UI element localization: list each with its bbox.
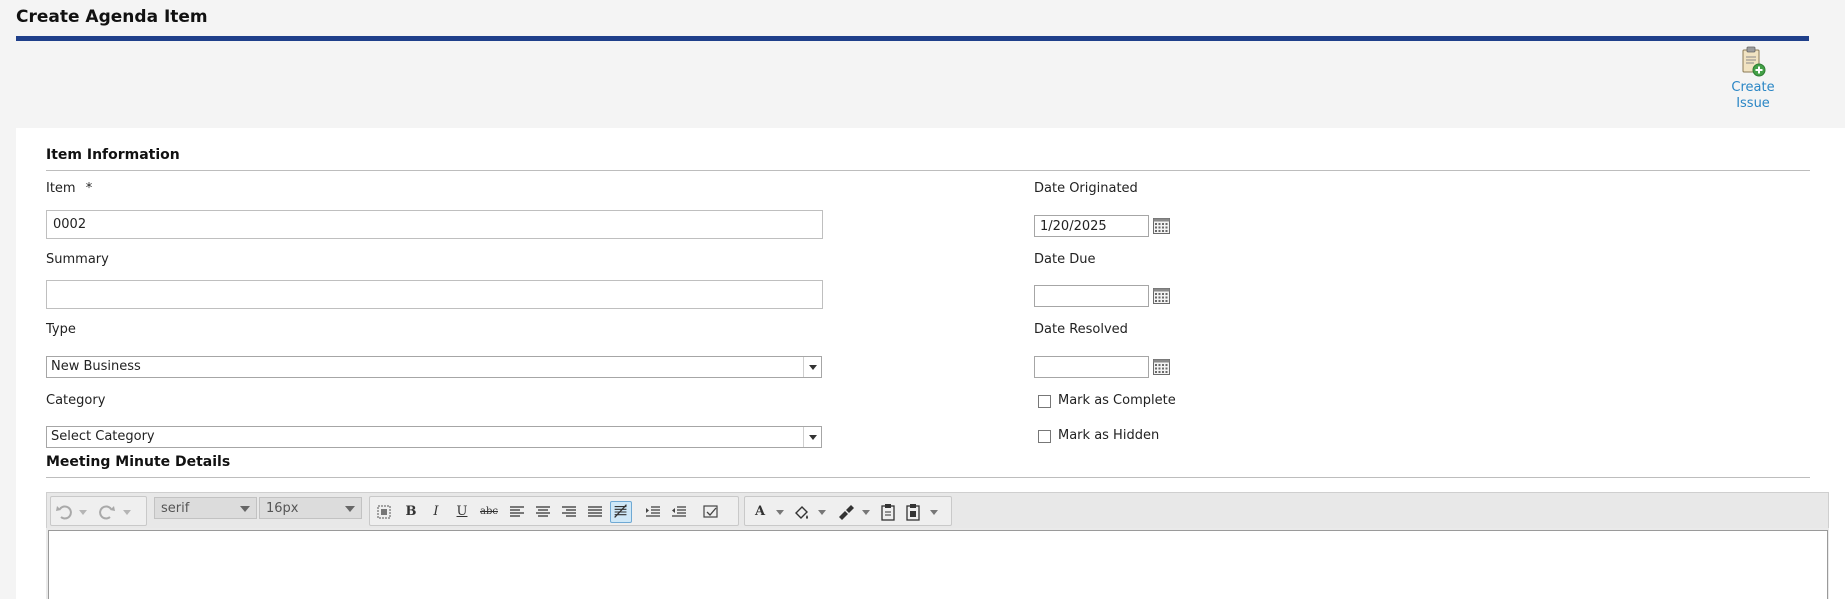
- item-label-text: Item: [46, 181, 76, 196]
- toolbar-group-color-paste: A: [744, 496, 952, 526]
- chevron-down-icon: [240, 506, 250, 512]
- undo-dropdown[interactable]: [78, 501, 88, 523]
- redo-dropdown[interactable]: [122, 501, 132, 523]
- section-rule: [46, 170, 1810, 171]
- chevron-down-icon: [803, 427, 821, 447]
- editor-toolbar: serif 16px B I U abc A: [46, 492, 1829, 530]
- bold-icon[interactable]: B: [400, 501, 422, 523]
- page-title: Create Agenda Item: [16, 7, 208, 27]
- type-select[interactable]: New Business: [46, 356, 822, 378]
- format-painter-icon[interactable]: [835, 501, 857, 523]
- item-label: Item *: [46, 181, 92, 196]
- indent-icon[interactable]: [642, 501, 664, 523]
- date-originated-label: Date Originated: [1034, 181, 1138, 196]
- font-color-dropdown[interactable]: [775, 501, 785, 523]
- category-select-value: Select Category: [51, 429, 155, 444]
- date-resolved-input[interactable]: [1034, 356, 1149, 378]
- section-title-meeting-minutes: Meeting Minute Details: [46, 454, 231, 470]
- highlight-color-icon[interactable]: [791, 501, 813, 523]
- create-issue-label-2: Issue: [1736, 96, 1770, 111]
- mark-complete-label[interactable]: Mark as Complete: [1058, 393, 1176, 408]
- date-resolved-label: Date Resolved: [1034, 322, 1128, 337]
- required-mark: *: [85, 181, 93, 196]
- type-label: Type: [46, 322, 76, 337]
- chevron-down-icon: [345, 506, 355, 512]
- calendar-icon[interactable]: [1153, 288, 1170, 304]
- meeting-minutes-editor[interactable]: [48, 530, 1828, 599]
- date-originated-input[interactable]: [1034, 215, 1149, 237]
- undo-icon[interactable]: [54, 501, 76, 523]
- font-family-value: serif: [161, 501, 190, 516]
- create-issue-label-1: Create: [1731, 80, 1775, 95]
- redo-icon[interactable]: [95, 501, 117, 523]
- calendar-icon[interactable]: [1153, 218, 1170, 234]
- toolbar-group-history: [50, 496, 147, 526]
- align-right-icon[interactable]: [558, 501, 580, 523]
- outdent-icon[interactable]: [668, 501, 690, 523]
- underline-icon[interactable]: U: [451, 501, 473, 523]
- date-due-label: Date Due: [1034, 252, 1096, 267]
- mark-complete-checkbox[interactable]: [1038, 395, 1051, 408]
- insert-image-icon[interactable]: [700, 501, 722, 523]
- format-painter-dropdown[interactable]: [861, 501, 871, 523]
- item-input[interactable]: [46, 210, 823, 239]
- clear-formatting-icon[interactable]: [610, 501, 632, 523]
- align-center-icon[interactable]: [532, 501, 554, 523]
- mark-hidden-label[interactable]: Mark as Hidden: [1058, 428, 1159, 443]
- section-title-item-information: Item Information: [46, 147, 180, 163]
- paste-dropdown[interactable]: [929, 501, 939, 523]
- font-size-select[interactable]: 16px: [259, 497, 362, 519]
- paste-icon[interactable]: [877, 501, 899, 523]
- category-label: Category: [46, 393, 106, 408]
- create-issue-button[interactable]: Create Issue: [1723, 46, 1783, 112]
- summary-input[interactable]: [46, 280, 823, 309]
- form-panel: Item Information Item * Summary Type New…: [16, 128, 1845, 599]
- italic-icon[interactable]: I: [425, 501, 447, 523]
- toolbar-group-formatting: B I U abc: [369, 496, 739, 526]
- justify-icon[interactable]: [584, 501, 606, 523]
- calendar-icon[interactable]: [1153, 359, 1170, 375]
- date-due-input[interactable]: [1034, 285, 1149, 307]
- actions-area: Create Issue: [16, 36, 1809, 128]
- category-select[interactable]: Select Category: [46, 426, 822, 448]
- mark-hidden-checkbox[interactable]: [1038, 430, 1051, 443]
- summary-label: Summary: [46, 252, 109, 267]
- highlight-color-dropdown[interactable]: [817, 501, 827, 523]
- align-left-icon[interactable]: [506, 501, 528, 523]
- clipboard-add-icon: [1742, 46, 1766, 77]
- section-rule: [46, 477, 1810, 478]
- strikethrough-icon[interactable]: abc: [476, 501, 502, 523]
- paste-special-icon[interactable]: [902, 501, 924, 523]
- select-all-icon[interactable]: [373, 501, 395, 523]
- chevron-down-icon: [803, 357, 821, 377]
- font-family-select[interactable]: serif: [154, 497, 257, 519]
- font-size-value: 16px: [266, 501, 299, 516]
- type-select-value: New Business: [51, 359, 141, 374]
- font-color-icon[interactable]: A: [749, 501, 771, 523]
